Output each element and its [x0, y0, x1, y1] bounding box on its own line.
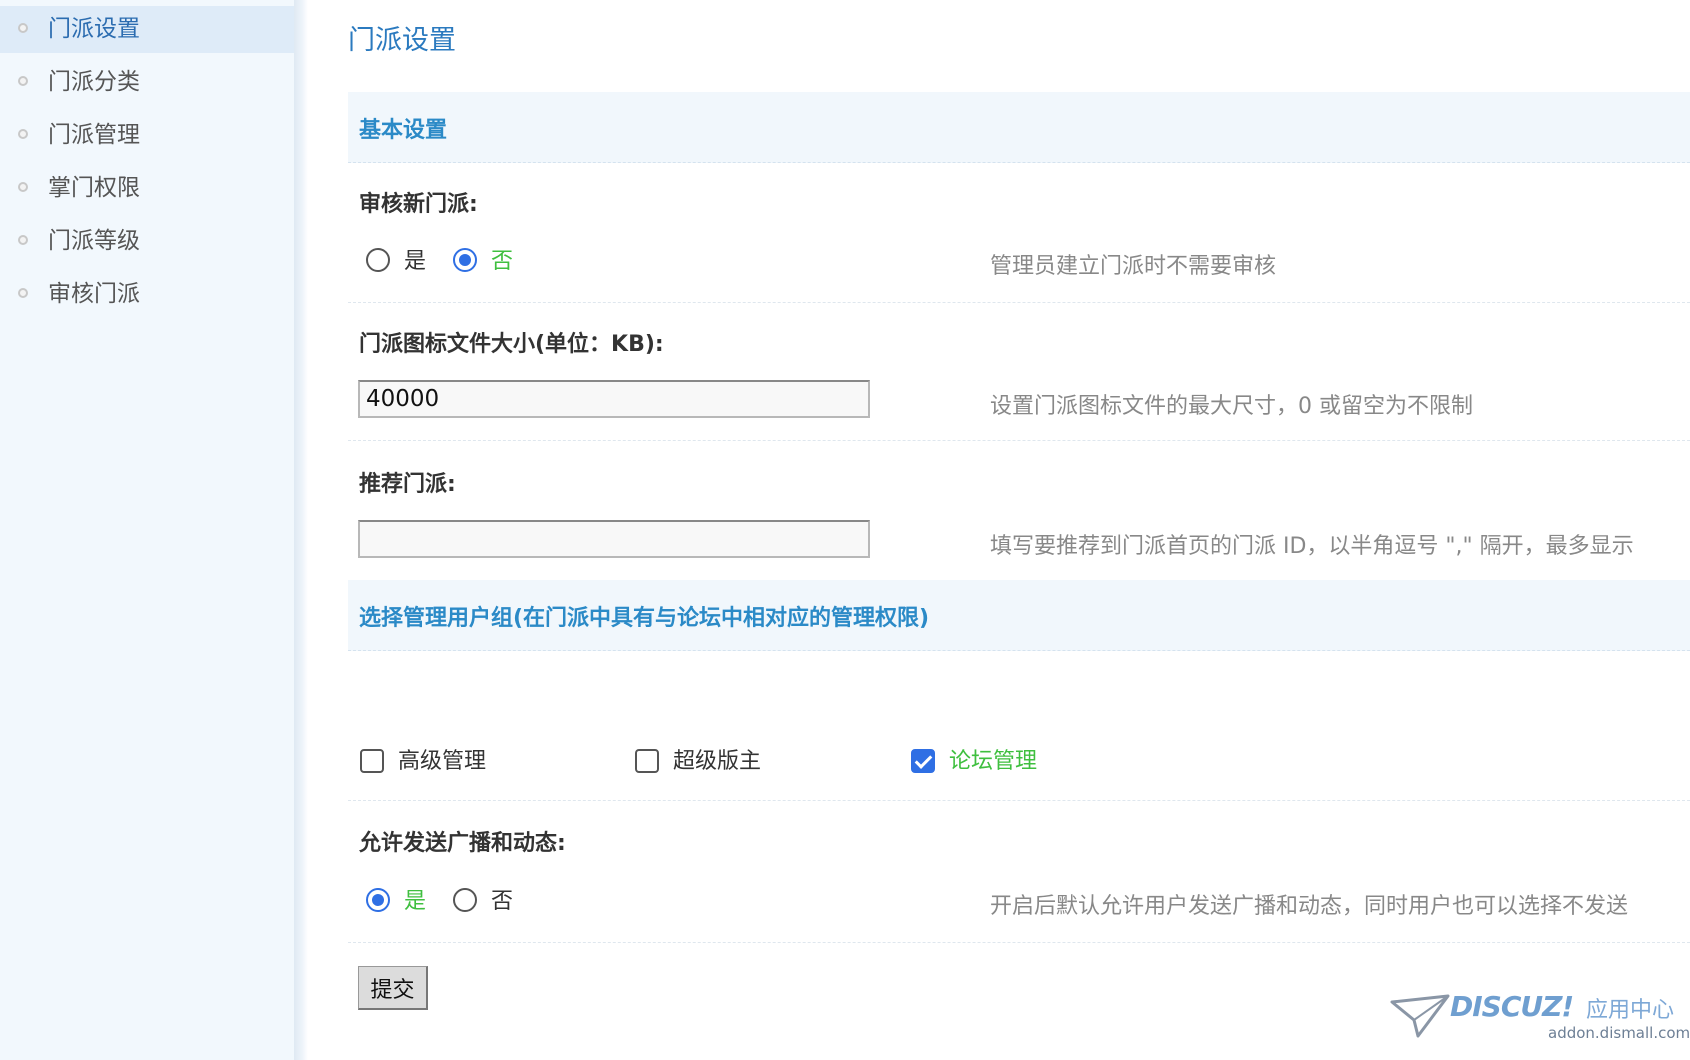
bullet-icon [18, 129, 28, 139]
usergroup-supermod-label[interactable]: 超级版主 [673, 743, 761, 775]
sidebar-nav: 门派设置 门派分类 门派管理 掌门权限 门派等级 审核门派 [0, 6, 294, 324]
submit-button[interactable]: 提交 [358, 966, 428, 1010]
usergroup-forumadmin-label[interactable]: 论坛管理 [949, 743, 1037, 775]
audit-yes-label[interactable]: 是 [404, 243, 426, 275]
audit-label: 审核新门派: [359, 192, 478, 217]
recommend-hint: 填写要推荐到门派首页的门派 ID，以半角逗号 "," 隔开，最多显示 [990, 534, 1634, 559]
bullet-icon [18, 23, 28, 33]
audit-no-radio[interactable] [453, 248, 477, 272]
paper-plane-icon [1390, 994, 1450, 1038]
broadcast-hint: 开启后默认允许用户发送广播和动态，同时用户也可以选择不发送 [990, 894, 1629, 919]
sidebar-item-leader-permissions[interactable]: 掌门权限 [0, 165, 294, 212]
row-divider [348, 302, 1690, 303]
bullet-icon [18, 235, 28, 245]
sidebar-item-sect-settings[interactable]: 门派设置 [0, 6, 294, 53]
bullet-icon [18, 182, 28, 192]
broadcast-yes-radio[interactable] [366, 888, 390, 912]
watermark-url: addon.dismall.com [1548, 1024, 1690, 1042]
bullet-icon [18, 288, 28, 298]
watermark-subtitle: 应用中心 [1586, 998, 1675, 1023]
main-content: 门派设置 基本设置 审核新门派: 是 否 管理员建立门派时不需要审核 门派图标文… [348, 0, 1690, 1060]
sidebar-item-label: 门派设置 [48, 16, 140, 42]
usergroup-admin-checkbox[interactable] [360, 749, 384, 773]
audit-yes-radio[interactable] [366, 248, 390, 272]
sidebar-item-audit-sects[interactable]: 审核门派 [0, 271, 294, 318]
icon-size-input[interactable] [358, 380, 870, 418]
row-divider [348, 800, 1690, 801]
row-divider [348, 440, 1690, 441]
recommend-input[interactable] [358, 520, 870, 558]
broadcast-yes-label[interactable]: 是 [404, 883, 426, 915]
sidebar-item-label: 掌门权限 [48, 175, 140, 201]
usergroup-forumadmin-checkbox[interactable] [911, 749, 935, 773]
broadcast-no-radio[interactable] [453, 888, 477, 912]
sidebar-item-label: 审核门派 [48, 281, 140, 307]
usergroup-supermod-checkbox[interactable] [635, 749, 659, 773]
audit-no-label[interactable]: 否 [491, 243, 513, 275]
recommend-label: 推荐门派: [359, 472, 456, 497]
bullet-icon [18, 76, 28, 86]
usergroup-admin-label[interactable]: 高级管理 [398, 743, 486, 775]
icon-size-hint: 设置门派图标文件的最大尺寸，0 或留空为不限制 [990, 394, 1473, 419]
sidebar-item-label: 门派分类 [48, 69, 140, 95]
sidebar-divider [294, 0, 308, 1060]
sidebar-item-sect-levels[interactable]: 门派等级 [0, 218, 294, 265]
sidebar-item-label: 门派管理 [48, 122, 140, 148]
broadcast-label: 允许发送广播和动态: [359, 831, 566, 856]
sidebar: 门派设置 门派分类 门派管理 掌门权限 门派等级 审核门派 [0, 0, 295, 1060]
audit-hint: 管理员建立门派时不需要审核 [990, 254, 1277, 279]
section-header-basic: 基本设置 [348, 92, 1690, 163]
page-title: 门派设置 [348, 25, 456, 56]
sidebar-item-sect-manage[interactable]: 门派管理 [0, 112, 294, 159]
section-title: 选择管理用户组(在门派中具有与论坛中相对应的管理权限) [359, 606, 930, 631]
icon-size-label: 门派图标文件大小(单位：KB): [359, 332, 664, 357]
row-divider [348, 942, 1690, 943]
section-title: 基本设置 [359, 118, 448, 143]
broadcast-no-label[interactable]: 否 [491, 883, 513, 915]
discuz-watermark: DISCUZ! 应用中心 addon.dismall.com [1390, 990, 1690, 1050]
section-header-usergroups: 选择管理用户组(在门派中具有与论坛中相对应的管理权限) [348, 580, 1690, 651]
sidebar-item-sect-category[interactable]: 门派分类 [0, 59, 294, 106]
watermark-brand: DISCUZ! [1450, 990, 1574, 1023]
sidebar-item-label: 门派等级 [48, 228, 140, 254]
